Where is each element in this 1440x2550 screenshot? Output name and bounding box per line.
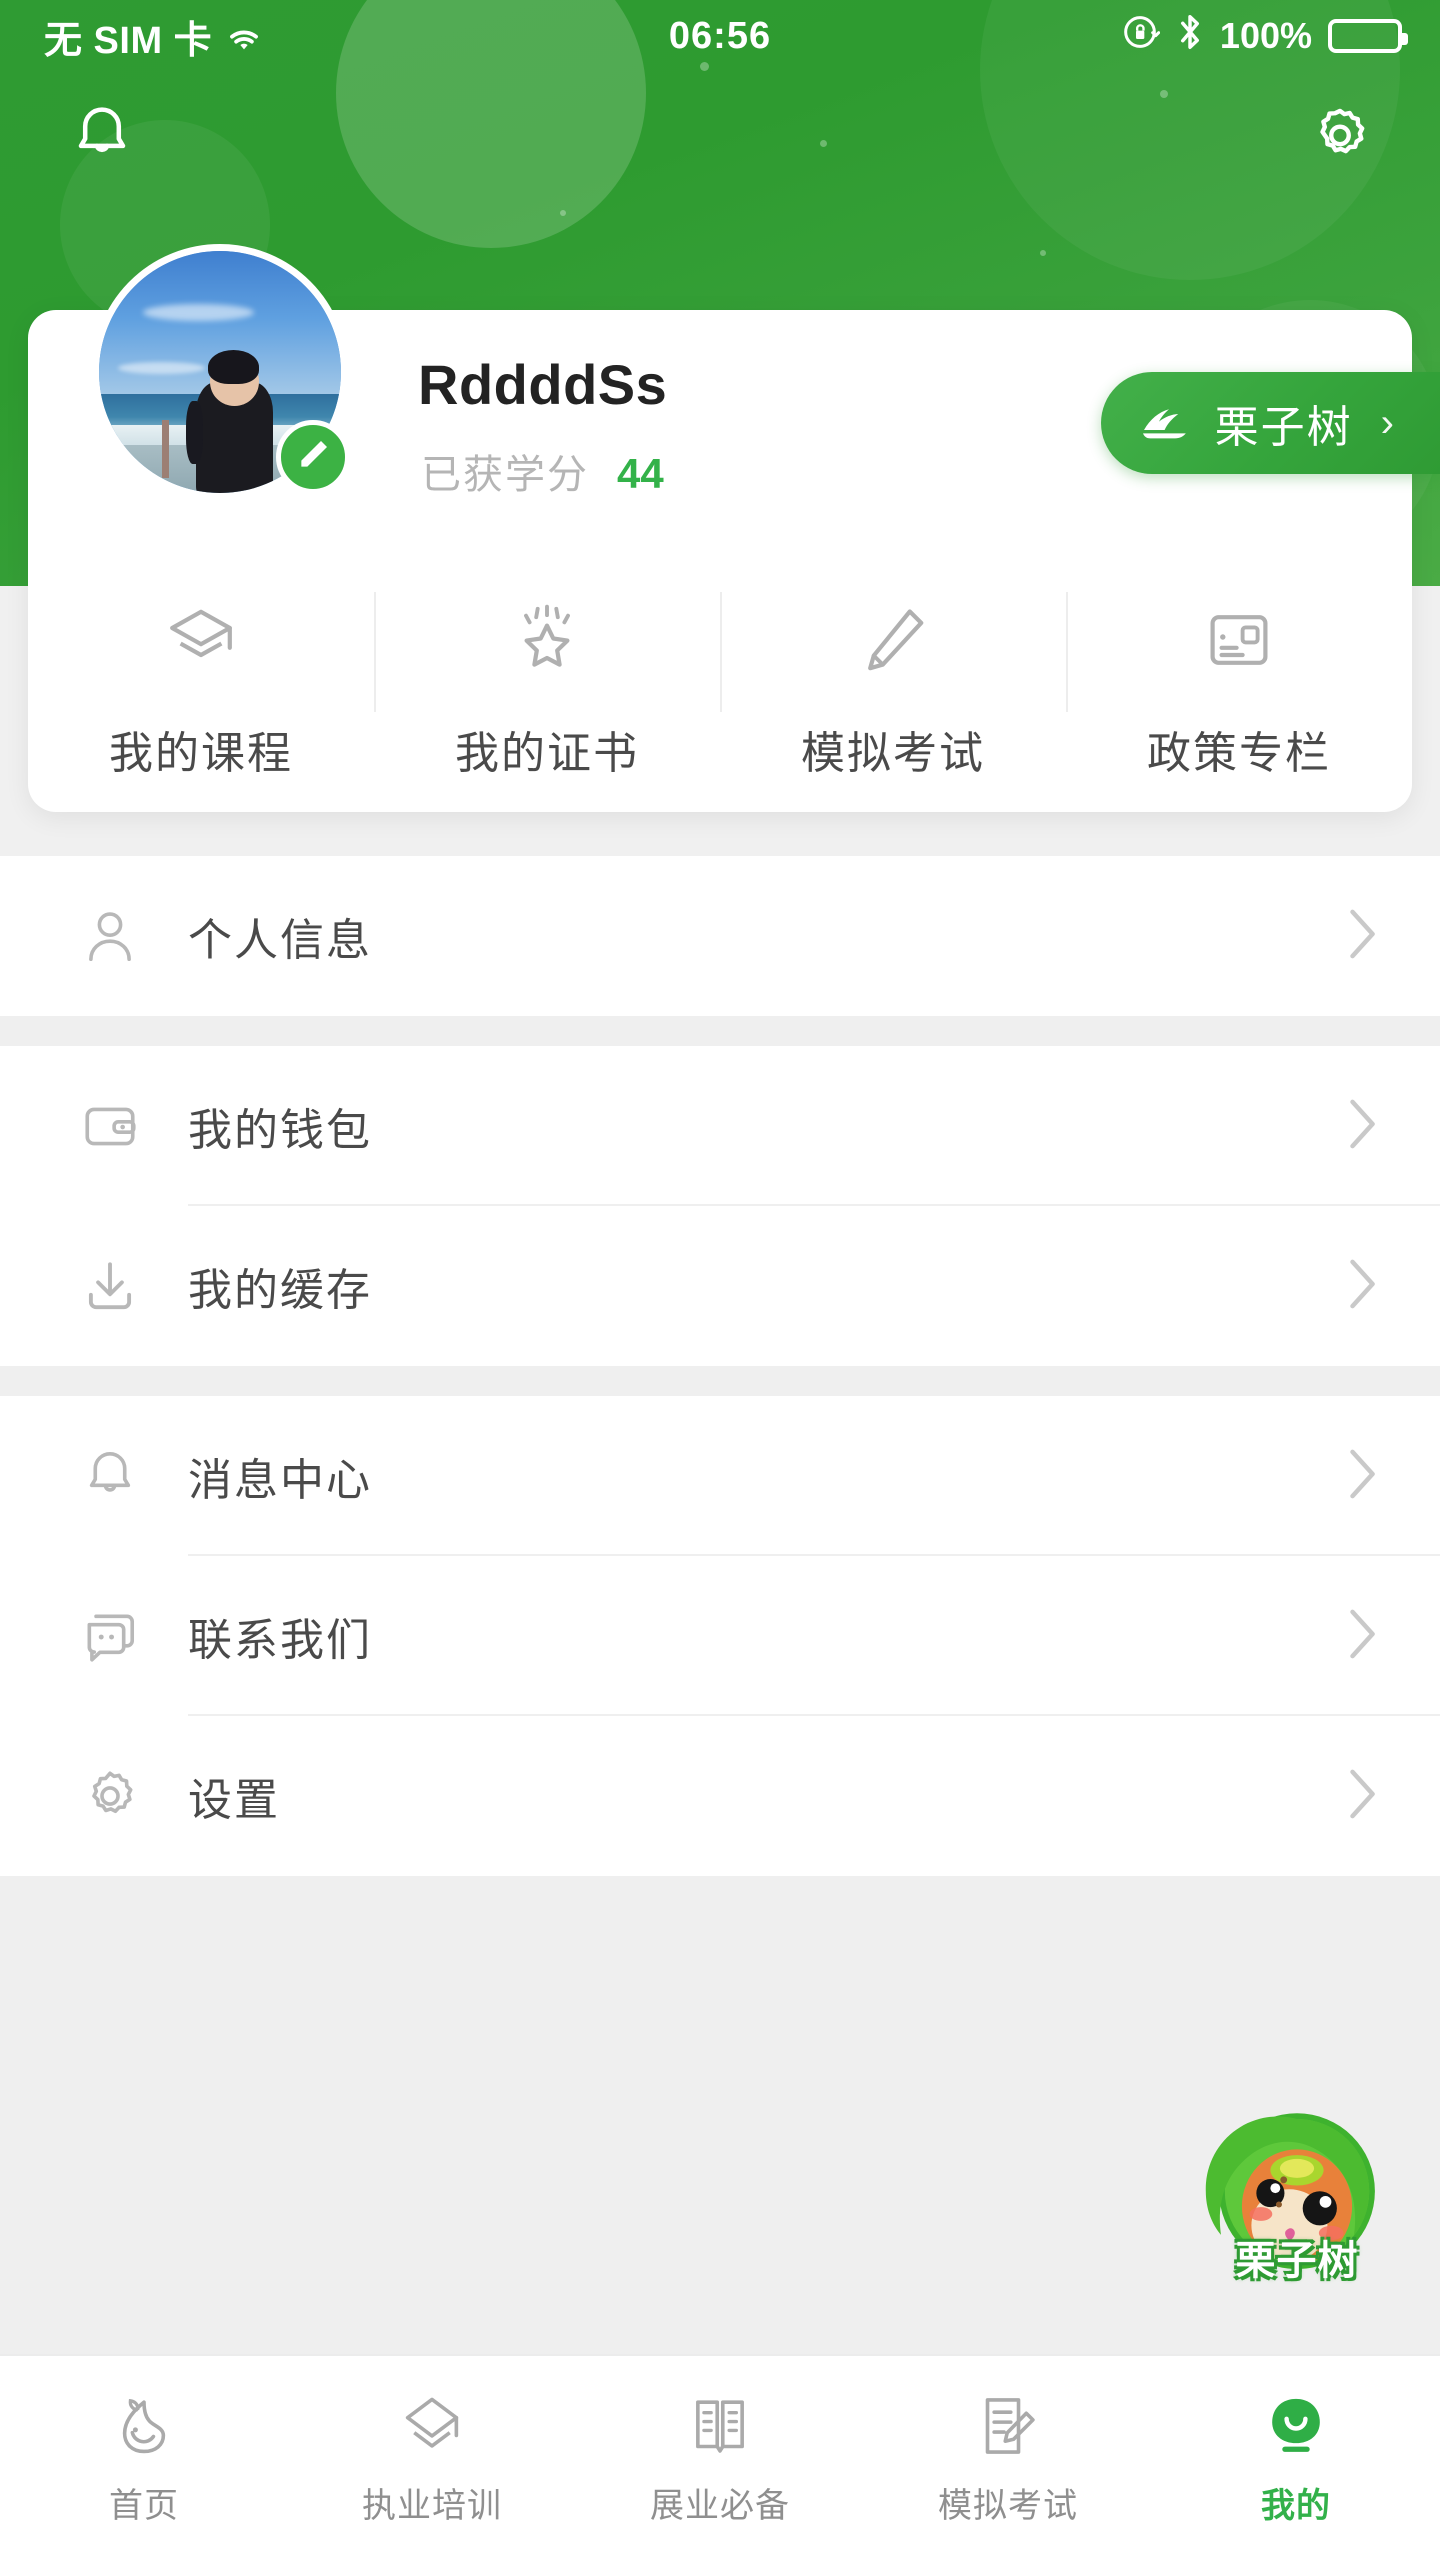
- notifications-button[interactable]: [52, 88, 152, 188]
- menu-item-settings[interactable]: 设置: [0, 1716, 1440, 1876]
- gear-icon: [1305, 101, 1375, 176]
- wallet-icon: [50, 1095, 170, 1157]
- download-icon: [50, 1255, 170, 1317]
- avatar-wrapper[interactable]: [92, 244, 350, 500]
- bell-icon: [50, 1445, 170, 1507]
- star-badge-icon: [508, 601, 586, 679]
- graduation-cap-icon: [162, 601, 240, 679]
- bell-icon: [66, 100, 138, 177]
- menu-item-label: 设置: [188, 1776, 280, 1825]
- quick-action-mock-exam[interactable]: 模拟考试: [720, 570, 1066, 812]
- bottom-nav-item-training[interactable]: 执业培训: [288, 2356, 576, 2550]
- pencil-edit-icon: [293, 435, 333, 480]
- gear-icon: [50, 1765, 170, 1827]
- battery-percent-label: 100%: [1219, 15, 1312, 56]
- menu-item-label: 联系我们: [188, 1616, 372, 1665]
- section-gap: [0, 1016, 1440, 1046]
- pencil-icon: [854, 601, 932, 679]
- quick-action-my-certificates[interactable]: 我的证书: [374, 570, 720, 812]
- menu-group-account: 个人信息: [0, 856, 1440, 1016]
- chevron-right-icon: [1342, 1605, 1382, 1668]
- bottom-nav-label: 首页: [109, 2486, 179, 2525]
- id-card-icon: [1200, 601, 1278, 679]
- user-icon: [50, 905, 170, 967]
- graduation-cap-icon: [396, 2386, 468, 2462]
- profile-card: RddddSs 已获学分 44 栗子树 › 我的课程 我的证书 模拟考试 政策专…: [28, 244, 1440, 812]
- menu-item-my-wallet[interactable]: 我的钱包: [0, 1046, 1440, 1206]
- chevron-right-icon: [1342, 1095, 1382, 1158]
- menu-item-personal-info[interactable]: 个人信息: [0, 856, 1440, 1016]
- book-open-icon: [684, 2386, 756, 2462]
- chevron-right-icon: [1342, 1445, 1382, 1508]
- battery-icon: [1328, 19, 1408, 53]
- chestnut-tree-icon: [1137, 393, 1193, 454]
- quick-actions-row: 我的课程 我的证书 模拟考试 政策专栏: [28, 570, 1412, 812]
- profile-credit: 已获学分 44: [421, 442, 664, 500]
- rotation-lock-icon: [1120, 12, 1161, 61]
- quick-action-label: 我的课程: [109, 729, 293, 778]
- quick-action-label: 政策专栏: [1147, 729, 1331, 778]
- quick-action-my-courses[interactable]: 我的课程: [28, 570, 374, 812]
- chevron-right-icon: [1342, 1765, 1382, 1828]
- settings-button[interactable]: [1290, 88, 1390, 188]
- menu-item-label: 个人信息: [188, 916, 372, 965]
- chestnut-tree-button[interactable]: 栗子树 ›: [1100, 372, 1440, 474]
- mascot-label: 栗子树: [1235, 2239, 1359, 2283]
- decorative-dot: [1040, 250, 1046, 256]
- top-nav: [0, 80, 1440, 200]
- chevron-right-icon: [1342, 905, 1382, 968]
- bottom-nav-item-essentials[interactable]: 展业必备: [576, 2356, 864, 2550]
- bottom-navigation: 首页 执业培训 展业必备 模拟考试 我的: [0, 2354, 1440, 2550]
- bottom-nav-label: 展业必备: [650, 2486, 790, 2525]
- status-bar-right: 100%: [1120, 12, 1408, 61]
- chevron-right-icon: [1342, 1255, 1382, 1318]
- bottom-nav-label: 模拟考试: [938, 2486, 1078, 2525]
- home-sprout-icon: [108, 2386, 180, 2462]
- chevron-right-icon: ›: [1380, 400, 1394, 445]
- menu-item-label: 我的缓存: [188, 1266, 372, 1315]
- bottom-nav-label: 我的: [1261, 2486, 1331, 2525]
- quick-action-label: 模拟考试: [801, 729, 985, 778]
- menu-item-contact-us[interactable]: 联系我们: [0, 1556, 1440, 1716]
- edit-avatar-button[interactable]: [276, 420, 350, 494]
- profile-name: RddddSs: [418, 353, 668, 416]
- bottom-nav-label: 执业培训: [362, 2486, 502, 2525]
- app-root: 无 SIM 卡 06:56 100% RddddSs 已获学分 44 栗子树 ›…: [0, 0, 1440, 2550]
- credit-value: 44: [617, 450, 664, 497]
- exam-pencil-icon: [972, 2386, 1044, 2462]
- bluetooth-icon: [1176, 12, 1204, 61]
- bottom-nav-item-mine[interactable]: 我的: [1152, 2356, 1440, 2550]
- status-bar: 无 SIM 卡 06:56 100%: [0, 0, 1440, 72]
- chestnut-mascot-button[interactable]: 栗子树: [1202, 2100, 1392, 2290]
- menu-item-message-center[interactable]: 消息中心: [0, 1396, 1440, 1556]
- chat-icon: [50, 1605, 170, 1667]
- credit-label: 已获学分: [421, 453, 589, 497]
- quick-action-label: 我的证书: [455, 729, 639, 778]
- bottom-nav-item-mock-exam[interactable]: 模拟考试: [864, 2356, 1152, 2550]
- bottom-nav-item-home[interactable]: 首页: [0, 2356, 288, 2550]
- menu-item-label: 消息中心: [188, 1456, 372, 1505]
- decorative-dot: [560, 210, 566, 216]
- section-gap: [0, 1366, 1440, 1396]
- menu-group-assets: 我的钱包 我的缓存: [0, 1046, 1440, 1366]
- quick-action-policy-column[interactable]: 政策专栏: [1066, 570, 1412, 812]
- chestnut-tree-label: 栗子树: [1214, 403, 1353, 452]
- smiley-profile-icon: [1260, 2386, 1332, 2462]
- menu-item-label: 我的钱包: [188, 1106, 372, 1155]
- menu-group-support: 消息中心 联系我们 设置: [0, 1396, 1440, 1876]
- menu-item-my-cache[interactable]: 我的缓存: [0, 1206, 1440, 1366]
